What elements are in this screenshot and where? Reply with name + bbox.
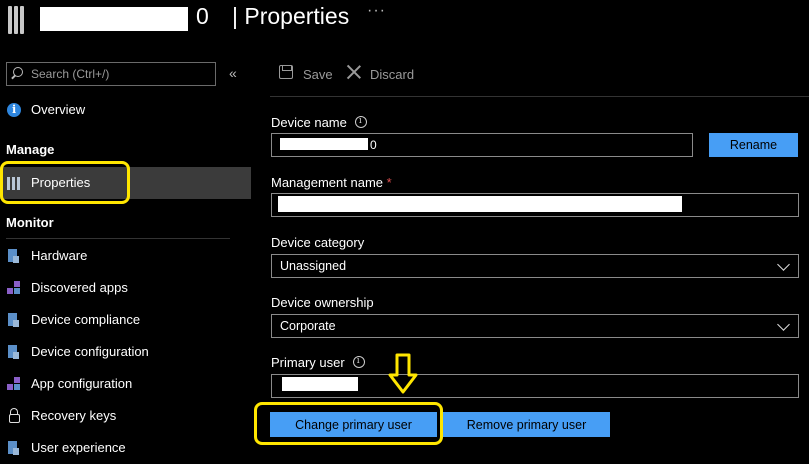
search-placeholder: Search (Ctrl+/) xyxy=(31,67,110,81)
device-name-field[interactable]: 0 xyxy=(271,133,693,157)
device-ownership-label: Device ownership xyxy=(271,295,374,310)
sidebar-item-label: Device compliance xyxy=(31,312,141,327)
user-experience-icon xyxy=(8,441,19,455)
save-icon xyxy=(279,65,293,79)
sidebar-item-label: Overview xyxy=(31,102,86,117)
sidebar-item-discovered-apps[interactable]: Discovered apps xyxy=(0,272,251,304)
sidebar-divider xyxy=(6,238,230,239)
management-name-value-suffix: PM xyxy=(657,199,675,213)
chevron-down-icon xyxy=(777,258,790,271)
sidebar-item-label: Recovery keys xyxy=(31,408,117,423)
arrow-down-annotation-icon xyxy=(388,353,418,394)
info-icon[interactable] xyxy=(354,116,367,128)
info-icon xyxy=(7,103,21,117)
redacted-value xyxy=(278,196,682,212)
sidebar-item-label: Discovered apps xyxy=(31,280,128,295)
chevron-down-icon xyxy=(777,318,790,331)
sidebar-item-label: App configuration xyxy=(31,376,133,391)
search-icon xyxy=(13,67,23,77)
properties-highlight-annotation xyxy=(0,161,130,204)
device-config-icon xyxy=(8,345,19,359)
sidebar-item-recovery-keys[interactable]: Recovery keys xyxy=(0,400,251,432)
collapse-sidebar-button[interactable]: « xyxy=(229,65,237,81)
device-name-label: Device name xyxy=(271,115,367,130)
apps-config-icon xyxy=(7,377,21,391)
device-category-label: Device category xyxy=(271,235,365,250)
section-heading-monitor: Monitor xyxy=(6,215,54,230)
sidebar-item-hardware[interactable]: Hardware xyxy=(0,240,251,272)
sidebar-item-user-experience[interactable]: User experience xyxy=(0,432,251,464)
primary-user-label: Primary user xyxy=(271,355,365,370)
device-category-value: Unassigned xyxy=(280,259,347,273)
device-check-icon xyxy=(8,313,19,327)
sidebar-item-device-configuration[interactable]: Device configuration xyxy=(0,336,251,368)
device-icon xyxy=(8,249,19,263)
search-input[interactable]: Search (Ctrl+/) xyxy=(6,62,216,86)
sidebar-item-label: Device configuration xyxy=(31,344,149,359)
management-name-field[interactable]: PM xyxy=(271,193,799,217)
device-category-dropdown[interactable]: Unassigned xyxy=(271,254,799,278)
page-title-suffix: 0 xyxy=(196,3,209,29)
info-icon[interactable] xyxy=(352,356,365,368)
properties-icon xyxy=(8,6,26,34)
device-ownership-value: Corporate xyxy=(280,319,336,333)
sidebar-item-overview[interactable]: Overview xyxy=(0,94,251,126)
device-name-value-suffix: 0 xyxy=(370,138,377,152)
redacted-value xyxy=(280,138,368,150)
sidebar-item-device-compliance[interactable]: Device compliance xyxy=(0,304,251,336)
device-name-label-text: Device name xyxy=(271,115,347,130)
required-marker: * xyxy=(386,175,392,190)
device-ownership-dropdown[interactable]: Corporate xyxy=(271,314,799,338)
remove-primary-user-button[interactable]: Remove primary user xyxy=(443,412,610,437)
rename-button[interactable]: Rename xyxy=(709,133,798,157)
section-heading-manage: Manage xyxy=(6,142,55,157)
page-title: | Properties xyxy=(232,3,350,29)
change-primary-user-highlight-annotation xyxy=(254,402,443,445)
discard-button[interactable]: Discard xyxy=(370,67,414,82)
sidebar-item-app-configuration[interactable]: App configuration xyxy=(0,368,251,400)
sidebar-item-label: User experience xyxy=(31,440,126,455)
apps-icon xyxy=(7,281,21,295)
save-button[interactable]: Save xyxy=(303,67,333,82)
management-name-label-text: Management name xyxy=(271,175,384,190)
primary-user-label-text: Primary user xyxy=(271,355,345,370)
lock-icon xyxy=(9,408,20,423)
sidebar-item-label: Hardware xyxy=(31,248,88,263)
redacted-value xyxy=(282,377,358,391)
toolbar-divider xyxy=(270,96,809,97)
redacted-device-name xyxy=(40,7,188,31)
primary-user-field xyxy=(271,374,799,398)
discard-icon xyxy=(346,64,362,80)
more-options-button[interactable]: ··· xyxy=(367,2,386,20)
management-name-label: Management name * xyxy=(271,175,392,190)
